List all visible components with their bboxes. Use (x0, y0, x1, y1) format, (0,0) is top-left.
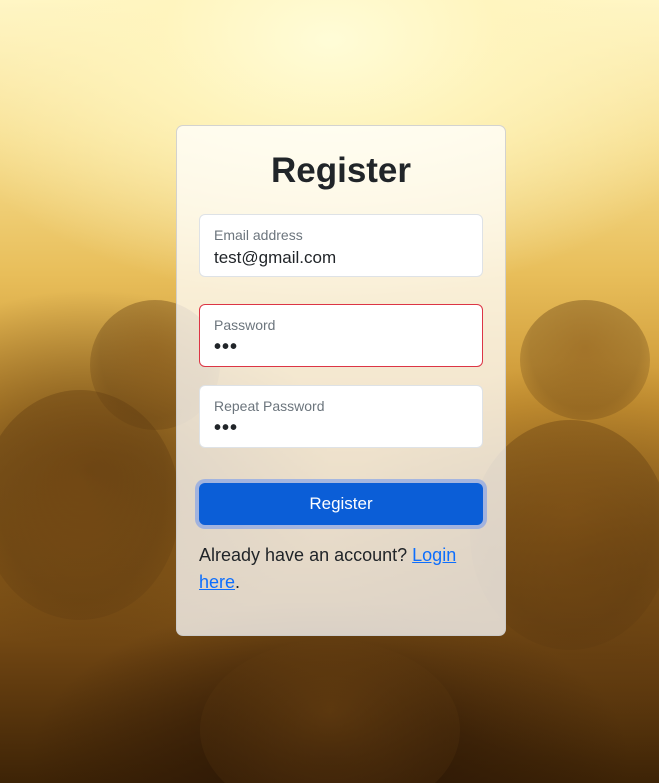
repeat-password-label: Repeat Password (214, 398, 325, 414)
page-title: Register (270, 151, 412, 190)
email-label: Email address (214, 227, 303, 243)
email-input[interactable]: test@gmail.com (214, 247, 468, 268)
login-prompt: Already have an account? Login here. (199, 542, 483, 596)
password-label: Password (214, 317, 276, 333)
crowd-silhouette (520, 300, 650, 420)
repeat-password-input[interactable]: ••• (214, 418, 468, 439)
repeat-password-field[interactable]: Repeat Password ••• (199, 385, 483, 448)
login-prompt-text: Already have an account? (199, 545, 413, 565)
crowd-silhouette (200, 640, 460, 783)
password-input[interactable]: ••• (214, 337, 468, 358)
email-field[interactable]: Email address test@gmail.com (199, 214, 483, 277)
password-field[interactable]: Password ••• (199, 304, 483, 367)
register-button[interactable]: Register (199, 483, 483, 525)
register-card: Register Email address test@gmail.com Pa… (176, 125, 506, 636)
login-prompt-suffix: . (235, 572, 241, 592)
